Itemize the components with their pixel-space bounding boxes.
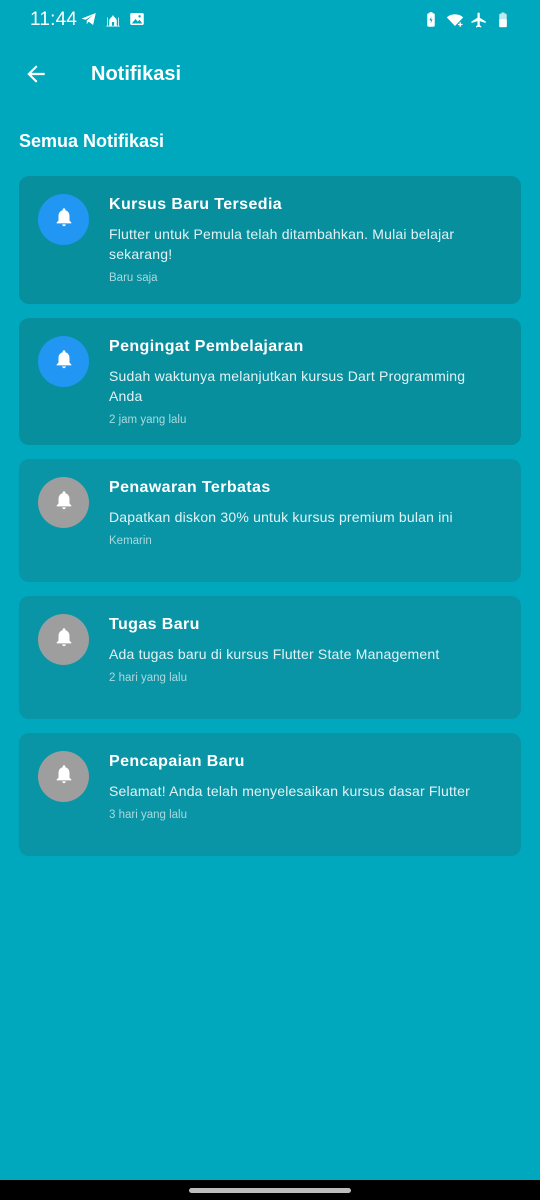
notification-body: Kursus Baru Tersedia Flutter untuk Pemul… xyxy=(109,195,499,286)
airplane-icon xyxy=(470,11,488,29)
notification-time: 3 hari yang lalu xyxy=(109,809,187,821)
notification-avatar xyxy=(38,614,89,665)
back-button[interactable] xyxy=(18,58,54,94)
notification-message: Flutter untuk Pemula telah ditambahkan. … xyxy=(109,226,455,262)
bell-icon xyxy=(53,206,75,233)
notification-message: Dapatkan diskon 30% untuk kursus premium… xyxy=(109,509,453,525)
bell-icon xyxy=(53,763,75,790)
notification-title: Pencapaian Baru xyxy=(109,753,245,770)
arrow-left-icon xyxy=(23,61,49,92)
home-indicator[interactable] xyxy=(189,1188,351,1193)
notification-time: Baru saja xyxy=(109,272,158,284)
notification-card[interactable]: Pengingat Pembelajaran Sudah waktunya me… xyxy=(19,318,521,445)
status-bar: 11:44 xyxy=(0,0,540,40)
notification-title: Pengingat Pembelajaran xyxy=(109,338,304,355)
bell-icon xyxy=(53,626,75,653)
status-left-icons xyxy=(80,10,146,28)
image-icon xyxy=(128,10,146,28)
notification-avatar xyxy=(38,336,89,387)
notification-body: Pencapaian Baru Selamat! Anda telah meny… xyxy=(109,752,499,823)
notification-card[interactable]: Kursus Baru Tersedia Flutter untuk Pemul… xyxy=(19,176,521,304)
status-right-icons xyxy=(422,11,512,29)
battery-icon xyxy=(494,11,512,29)
notification-time: Kemarin xyxy=(109,535,152,547)
notification-list: Kursus Baru Tersedia Flutter untuk Pemul… xyxy=(19,176,521,870)
system-nav-bar xyxy=(0,1180,540,1200)
telegram-icon xyxy=(80,10,98,28)
notification-time: 2 hari yang lalu xyxy=(109,672,187,684)
section-title: Semua Notifikasi xyxy=(19,131,165,151)
notification-message: Sudah waktunya melanjutkan kursus Dart P… xyxy=(109,368,466,404)
bell-icon xyxy=(53,489,75,516)
notification-title: Tugas Baru xyxy=(109,616,200,633)
page-title: Notifikasi xyxy=(91,63,182,85)
notification-title: Kursus Baru Tersedia xyxy=(109,196,283,213)
notification-message: Selamat! Anda telah menyelesaikan kursus… xyxy=(109,783,470,799)
notification-avatar xyxy=(38,194,89,245)
notification-card[interactable]: Pencapaian Baru Selamat! Anda telah meny… xyxy=(19,733,521,856)
notification-title: Penawaran Terbatas xyxy=(109,479,271,496)
notification-body: Pengingat Pembelajaran Sudah waktunya me… xyxy=(109,337,499,428)
status-time: 11:44 xyxy=(30,9,78,30)
app-bar: Notifikasi xyxy=(0,46,540,106)
notifications-screen: 11:44 Notifikasi Semua Notifikasi Kursus… xyxy=(0,0,540,1200)
notification-message: Ada tugas baru di kursus Flutter State M… xyxy=(109,646,440,662)
bell-icon xyxy=(53,348,75,375)
notification-card[interactable]: Penawaran Terbatas Dapatkan diskon 30% u… xyxy=(19,459,521,582)
notification-time: 2 jam yang lalu xyxy=(109,414,187,426)
notification-avatar xyxy=(38,751,89,802)
notification-body: Penawaran Terbatas Dapatkan diskon 30% u… xyxy=(109,478,499,549)
notification-body: Tugas Baru Ada tugas baru di kursus Flut… xyxy=(109,615,499,686)
notification-avatar xyxy=(38,477,89,528)
notification-card[interactable]: Tugas Baru Ada tugas baru di kursus Flut… xyxy=(19,596,521,719)
mosque-icon xyxy=(104,10,122,28)
wifi-icon xyxy=(446,11,464,29)
battery-saver-icon xyxy=(422,11,440,29)
